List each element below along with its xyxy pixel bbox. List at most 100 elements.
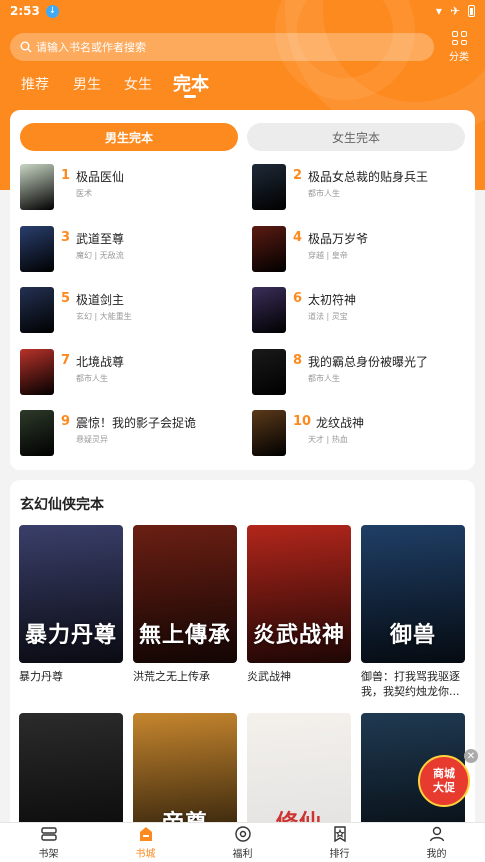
rank-title[interactable]: 极品女总裁的贴身兵王 — [308, 168, 428, 185]
download-icon: ↓ — [45, 4, 59, 18]
search-input[interactable]: 请输入书名或作者搜索 — [10, 33, 434, 61]
rank-title[interactable]: 极品万岁爷 — [308, 230, 368, 247]
rank-number: 8 — [293, 352, 303, 368]
rank-tags: 都市人生 — [308, 189, 340, 198]
cover-title: 炎武战神 — [252, 622, 345, 648]
close-icon[interactable]: ✕ — [464, 749, 478, 763]
book-cover[interactable]: 修仙 — [247, 713, 351, 840]
cover-title: 御兽 — [389, 622, 436, 648]
rank-number: 9 — [61, 414, 71, 429]
nav-bookshelf[interactable]: 书架 — [0, 823, 97, 862]
rank-tags: 魔幻 | 无敌流 — [76, 250, 124, 260]
bookstore-icon — [139, 827, 152, 841]
rank-title[interactable]: 北境战尊 — [76, 353, 124, 370]
nav-bookstore[interactable]: 书城 — [97, 823, 194, 862]
rank-title[interactable]: 极品医仙 — [76, 168, 124, 185]
book-cover[interactable]: 炎武战神 — [247, 525, 351, 663]
book-card[interactable]: 無上傳承洪荒之无上传承 — [133, 525, 237, 684]
nav-profile[interactable]: 我的 — [388, 823, 485, 862]
book-title[interactable]: 洪荒之无上传承 — [133, 669, 237, 684]
book-cover[interactable]: 御兽 — [361, 525, 465, 663]
category-button[interactable]: 分类 — [444, 31, 474, 63]
status-bar: 2:53 ↓ ▾ ✈ — [0, 0, 485, 22]
book-cover[interactable] — [20, 410, 54, 456]
book-cover[interactable]: 暴力丹尊 — [19, 525, 123, 663]
book-card[interactable]: 炎武战神 炎武战神 — [247, 525, 351, 684]
nav-label: 我的 — [426, 849, 447, 860]
book-cover[interactable] — [20, 164, 54, 210]
ranking-item[interactable]: 10 龙纹战神 天才 | 热血 — [252, 410, 477, 458]
book-cover[interactable] — [252, 410, 286, 456]
promo-badge[interactable]: 商城 大促 ✕ — [418, 749, 478, 809]
section-card: 玄幻仙侠完本 暴力丹尊 暴力丹尊 無上傳承 洪荒之无上传承 炎武战神 炎武战神 御兽 御兽：打… — [10, 480, 475, 840]
bookshelf-icon — [40, 827, 57, 841]
nav-label: 书城 — [135, 849, 156, 860]
rank-title[interactable]: 震惊！我的影子会捉诡 — [76, 414, 196, 431]
ranking-item[interactable]: 2 极品女总裁的贴身兵王都市人生 — [252, 164, 477, 212]
ranking-item[interactable]: 7 北境战尊都市人生 — [20, 348, 245, 397]
book-title[interactable]: 暴力丹尊 — [19, 669, 123, 684]
rank-title[interactable]: 极道剑主 — [76, 291, 124, 308]
book-card[interactable]: 暴力丹尊 暴力丹尊 — [19, 525, 123, 684]
wifi-icon: ▾ — [435, 4, 442, 18]
ranking-item[interactable]: 8 我的霸总身份被曝光了都市人生 — [252, 348, 477, 397]
book-cover[interactable] — [252, 164, 286, 210]
rank-title[interactable]: 武道至尊 — [76, 230, 124, 247]
rank-tags: 都市人生 — [76, 373, 108, 383]
rank-tags: 悬疑灵异 — [76, 435, 108, 444]
bottom-nav: 书架 书城 福利 排行 我的 — [0, 822, 485, 862]
rank-number: 4 — [293, 229, 303, 245]
rank-tags: 穿越 | 皇帝 — [308, 250, 348, 260]
rank-tags: 医术 — [76, 189, 92, 198]
promo-line1: 商城 — [433, 767, 455, 780]
ranking-item[interactable]: 4 极品万岁爷穿越 | 皇帝 — [252, 225, 477, 274]
rank-number: 2 — [293, 168, 303, 183]
category-label: 分类 — [449, 52, 469, 63]
nav-label: 排行 — [329, 849, 350, 860]
ranking-item[interactable]: 9 震惊！我的影子会捉诡悬疑灵异 — [20, 410, 245, 458]
promo-line2: 大促 — [433, 781, 455, 794]
book-cover[interactable] — [252, 225, 286, 272]
rank-title[interactable]: 太初符神 — [308, 291, 356, 308]
rank-tags: 玄幻 | 大能重生 — [76, 312, 132, 321]
segment-female-completed[interactable]: 女生完本 — [247, 123, 465, 151]
promo-body[interactable]: 商城 大促 — [418, 755, 470, 807]
book-cover[interactable] — [20, 225, 54, 272]
cover-title: 無上傳承 — [138, 622, 231, 648]
rank-tags: 天才 | 热血 — [308, 435, 348, 444]
rank-number: 5 — [61, 291, 71, 306]
rank-number: 6 — [293, 291, 303, 306]
book-title[interactable]: 炎武战神 — [247, 669, 351, 684]
battery-icon — [468, 5, 475, 17]
tab-completed[interactable]: 完本 — [173, 70, 209, 96]
rank-title[interactable]: 我的霸总身份被曝光了 — [308, 353, 428, 370]
ranking-item[interactable]: 1 极品医仙 医术 — [20, 164, 245, 212]
book-card[interactable]: 御兽御兽：打我骂我驱逐我，我契约烛龙你... — [361, 525, 465, 699]
profile-icon — [429, 826, 444, 842]
book-cover[interactable] — [20, 348, 54, 395]
book-cover[interactable] — [252, 287, 286, 333]
ranking-item[interactable]: 5 极道剑主玄幻 | 大能重生 — [20, 287, 245, 335]
ranking-item[interactable]: 3 武道至尊 魔幻 | 无敌流 — [20, 225, 245, 274]
book-cover[interactable] — [252, 348, 286, 395]
book-card[interactable] — [19, 713, 123, 840]
nav-ranking[interactable]: 排行 — [291, 823, 388, 862]
rank-title[interactable]: 龙纹战神 — [316, 414, 364, 431]
book-card[interactable]: 帝尊 — [133, 713, 237, 840]
book-cover[interactable] — [19, 713, 123, 840]
book-card[interactable]: 修仙 — [247, 713, 351, 840]
book-cover[interactable]: 無上傳承 — [133, 525, 237, 663]
rank-tags: 都市人生 — [308, 373, 340, 383]
book-cover[interactable] — [20, 287, 54, 333]
cover-title: 暴力丹尊 — [24, 622, 117, 648]
nav-welfare[interactable]: 福利 — [194, 823, 291, 862]
tab-male[interactable]: 男生 — [73, 74, 101, 94]
tab-female[interactable]: 女生 — [124, 74, 152, 94]
top-tabs: 推荐 男生 女生 完本 — [0, 72, 485, 102]
ranking-item[interactable]: 6 太初符神 道法 | 灵宝 — [252, 287, 477, 335]
book-cover[interactable]: 帝尊 — [133, 713, 237, 840]
segment-male-completed[interactable]: 男生完本 — [20, 123, 238, 151]
rank-number: 7 — [61, 352, 71, 368]
tab-recommend[interactable]: 推荐 — [21, 74, 49, 94]
book-title[interactable]: 御兽：打我骂我驱逐我，我契约烛龙你... — [361, 669, 465, 699]
